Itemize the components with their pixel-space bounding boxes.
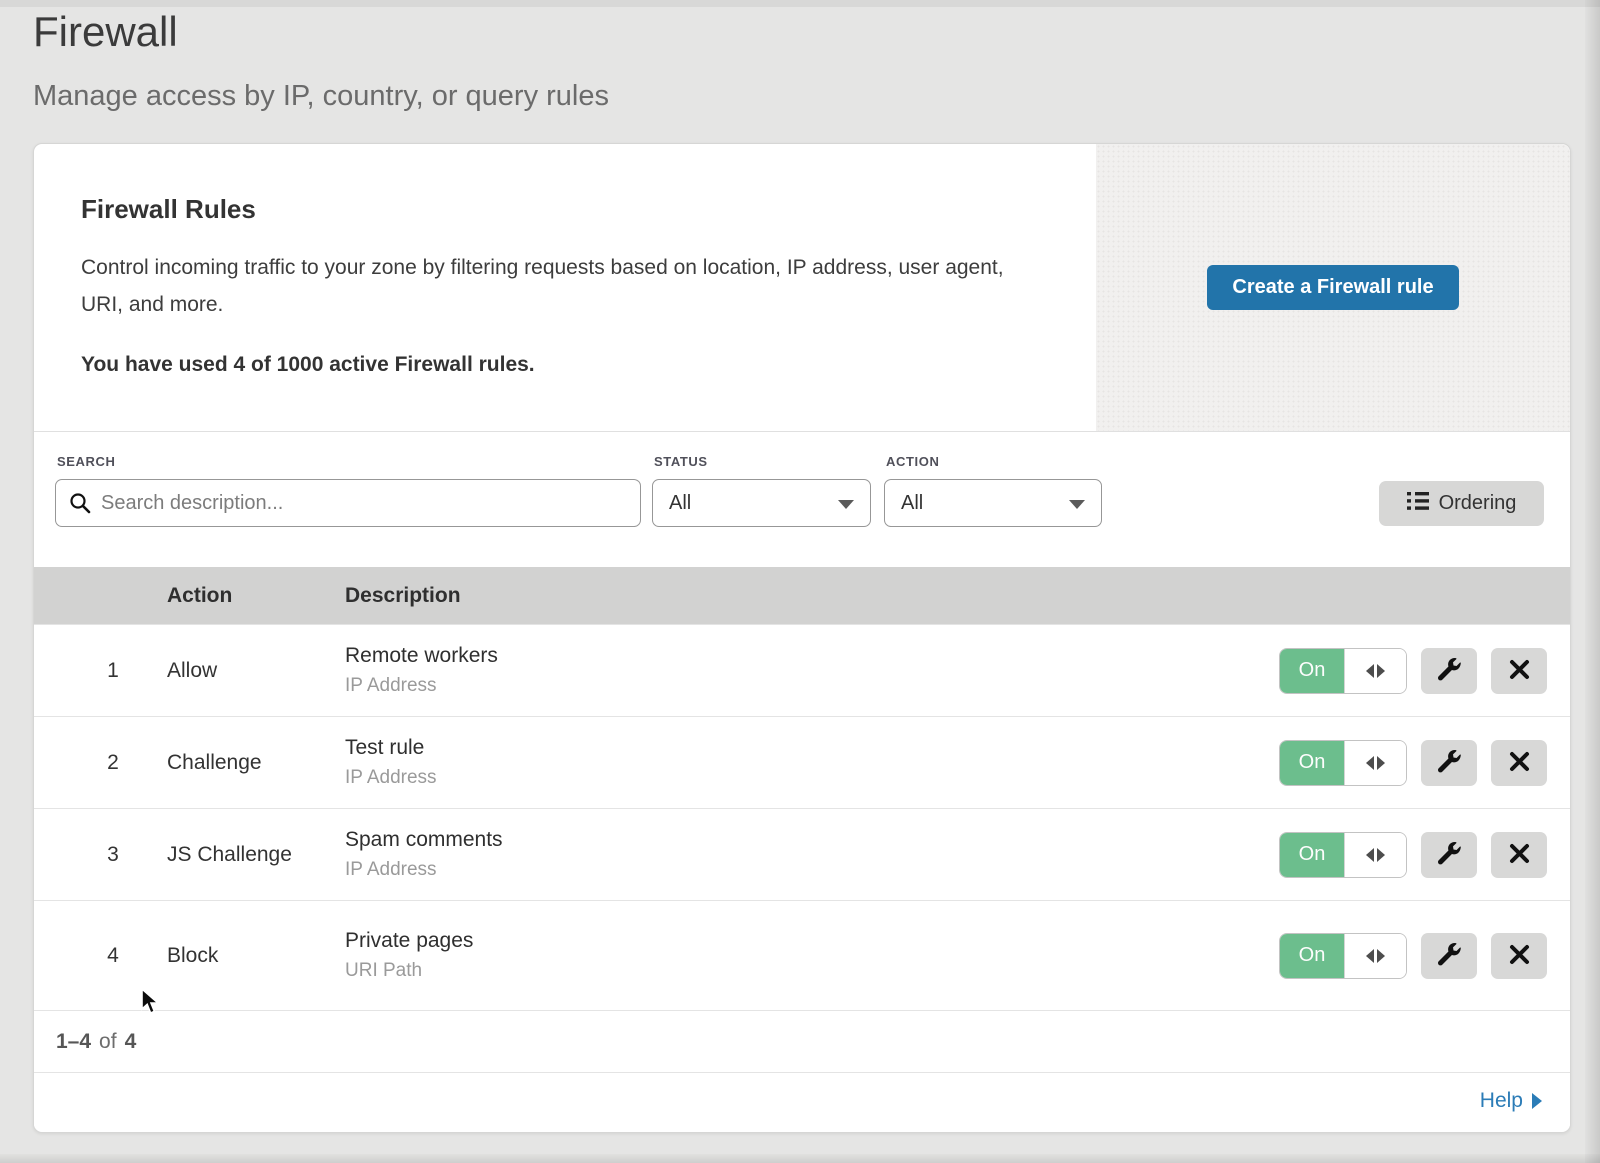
rule-description: Remote workers <box>345 644 1279 668</box>
close-icon <box>1509 944 1530 968</box>
status-select-value: All <box>669 492 691 515</box>
intro-section: Firewall Rules Control incoming traffic … <box>34 144 1570 432</box>
search-icon <box>69 492 91 519</box>
rule-number: 1 <box>34 659 167 683</box>
rule-action: JS Challenge <box>167 843 345 867</box>
toggle-arrows-icon <box>1344 741 1406 785</box>
toggle-on-label: On <box>1280 934 1344 978</box>
rule-description: Private pages <box>345 929 1279 953</box>
help-link[interactable]: Help <box>1480 1089 1542 1113</box>
pagination-of: of <box>99 1030 117 1054</box>
wrench-icon <box>1438 658 1461 684</box>
close-icon <box>1509 659 1530 683</box>
pagination-total: 4 <box>125 1030 137 1054</box>
column-header-action: Action <box>167 584 345 608</box>
rule-number: 2 <box>34 751 167 775</box>
rule-match-type: IP Address <box>345 675 1279 697</box>
toggle-on-label: On <box>1280 833 1344 877</box>
chevron-down-icon <box>1069 500 1085 509</box>
edit-rule-button[interactable] <box>1421 648 1477 694</box>
action-select[interactable]: All <box>884 479 1102 527</box>
section-description: Control incoming traffic to your zone by… <box>81 249 1041 323</box>
delete-rule-button[interactable] <box>1491 832 1547 878</box>
rule-description-cell: Remote workers IP Address <box>345 644 1279 697</box>
rule-enabled-toggle[interactable]: On <box>1279 648 1407 694</box>
rule-description: Test rule <box>345 736 1279 760</box>
search-label: SEARCH <box>57 454 116 469</box>
rule-description: Spam comments <box>345 828 1279 852</box>
wrench-icon <box>1438 842 1461 868</box>
page-subtitle: Manage access by IP, country, or query r… <box>33 80 609 113</box>
firewall-rules-card: Firewall Rules Control incoming traffic … <box>33 143 1571 1133</box>
action-select-value: All <box>901 492 923 515</box>
toggle-on-label: On <box>1280 649 1344 693</box>
top-strip <box>0 0 1600 7</box>
rule-number: 3 <box>34 843 167 867</box>
page-title: Firewall <box>33 8 178 56</box>
right-edge-shade <box>1585 0 1600 1163</box>
rule-controls: On <box>1279 832 1547 878</box>
rule-action: Block <box>167 944 345 968</box>
rule-controls: On <box>1279 933 1547 979</box>
edit-rule-button[interactable] <box>1421 832 1477 878</box>
rule-action: Allow <box>167 659 345 683</box>
rule-action: Challenge <box>167 751 345 775</box>
delete-rule-button[interactable] <box>1491 933 1547 979</box>
rule-enabled-toggle[interactable]: On <box>1279 933 1407 979</box>
create-firewall-rule-button[interactable]: Create a Firewall rule <box>1207 265 1458 310</box>
delete-rule-button[interactable] <box>1491 648 1547 694</box>
close-icon <box>1509 751 1530 775</box>
rule-match-type: URI Path <box>345 960 1279 982</box>
toggle-arrows-icon <box>1344 649 1406 693</box>
table-row: 4 Block Private pages URI Path On <box>34 900 1570 1010</box>
edit-rule-button[interactable] <box>1421 933 1477 979</box>
rule-controls: On <box>1279 740 1547 786</box>
table-row: 1 Allow Remote workers IP Address On <box>34 624 1570 716</box>
table-row: 2 Challenge Test rule IP Address On <box>34 716 1570 808</box>
wrench-icon <box>1438 943 1461 969</box>
wrench-icon <box>1438 750 1461 776</box>
action-label: ACTION <box>886 454 939 469</box>
pagination: 1–4 of 4 <box>34 1010 1570 1072</box>
status-label: STATUS <box>654 454 708 469</box>
toggle-on-label: On <box>1280 741 1344 785</box>
create-rule-panel: Create a Firewall rule <box>1096 144 1570 431</box>
table-header: Action Description <box>34 567 1570 624</box>
toggle-arrows-icon <box>1344 833 1406 877</box>
search-input[interactable] <box>55 479 641 527</box>
rule-description-cell: Private pages URI Path <box>345 929 1279 982</box>
pagination-range: 1–4 <box>56 1030 91 1054</box>
card-footer: Help <box>34 1072 1570 1128</box>
search-field-wrap <box>55 479 641 527</box>
status-select[interactable]: All <box>652 479 871 527</box>
rule-description-cell: Spam comments IP Address <box>345 828 1279 881</box>
ordered-list-icon <box>1407 491 1429 517</box>
rule-number: 4 <box>34 944 167 968</box>
bottom-edge-shade <box>0 1154 1600 1163</box>
ordering-button[interactable]: Ordering <box>1379 481 1544 526</box>
rule-controls: On <box>1279 648 1547 694</box>
arrow-right-icon <box>1532 1093 1542 1109</box>
rule-match-type: IP Address <box>345 767 1279 789</box>
filters-bar: SEARCH STATUS All ACTION All Ordering <box>34 432 1570 567</box>
delete-rule-button[interactable] <box>1491 740 1547 786</box>
close-icon <box>1509 843 1530 867</box>
edit-rule-button[interactable] <box>1421 740 1477 786</box>
rule-enabled-toggle[interactable]: On <box>1279 740 1407 786</box>
rule-match-type: IP Address <box>345 859 1279 881</box>
toggle-arrows-icon <box>1344 934 1406 978</box>
help-link-label: Help <box>1480 1089 1523 1113</box>
ordering-button-label: Ordering <box>1439 492 1517 515</box>
column-header-description: Description <box>345 584 461 608</box>
chevron-down-icon <box>838 500 854 509</box>
rule-description-cell: Test rule IP Address <box>345 736 1279 789</box>
table-row: 3 JS Challenge Spam comments IP Address … <box>34 808 1570 900</box>
rule-enabled-toggle[interactable]: On <box>1279 832 1407 878</box>
